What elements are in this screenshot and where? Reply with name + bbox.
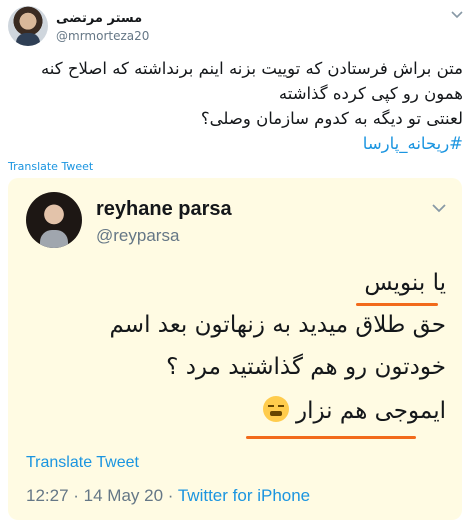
embedded-author-handle: @reyparsa (96, 226, 180, 245)
hashtag-link[interactable]: #ریحانه_پارسا (8, 131, 463, 156)
embedded-tweet-meta: 12:27 · 14 May 20 · Twitter for iPhone (26, 486, 310, 506)
emoji-mouth (269, 411, 282, 416)
author-avatar[interactable] (8, 6, 48, 46)
meta-separator: · (163, 486, 178, 505)
avatar-scarf (40, 230, 68, 248)
author-handle[interactable]: @mrmorteza20 (56, 29, 149, 43)
embedded-chevron-down-icon (432, 204, 446, 213)
orange-underline-2 (246, 436, 416, 439)
embedded-line-4-wrap: ایموجی هم نزار (259, 396, 446, 424)
embedded-tweet-image: reyhane parsa @reyparsa یا بنویس حق طلاق… (8, 178, 462, 520)
translate-tweet-link[interactable]: Translate Tweet (8, 160, 93, 173)
embedded-line-4: ایموجی هم نزار (295, 398, 446, 424)
orange-underline-1 (356, 303, 438, 306)
embedded-line-2: حق طلاق میدید به زنهاتون بعد اسم (109, 312, 446, 338)
embedded-source: Twitter for iPhone (177, 486, 311, 505)
embedded-line-3: خودتون رو هم گذاشتید مرد ؟ (166, 354, 446, 380)
embedded-author-avatar (26, 192, 82, 248)
embedded-translate-tweet: Translate Tweet (26, 454, 139, 471)
tired-face-emoji-icon (262, 396, 289, 422)
meta-separator: · (68, 486, 84, 505)
embedded-line-1: یا بنویس (364, 270, 446, 296)
embedded-time: 12:27 (26, 486, 69, 505)
chevron-down-icon[interactable] (451, 10, 463, 20)
tweet-line-3: لعنتی تو دیگه به کدوم سازمان وصلی؟ (200, 109, 463, 128)
tweet-text: متن براش فرستادن که توییت بزنه اینم برند… (8, 56, 463, 156)
embedded-author-name: reyhane parsa (96, 198, 232, 220)
tweet-line-1: متن براش فرستادن که توییت بزنه اینم برند… (40, 59, 463, 78)
embedded-date: 14 May 20 (83, 486, 164, 505)
tweet-line-2: همون رو کپی کرده گذاشته (278, 84, 463, 103)
author-name[interactable]: مستر مرتضی (56, 11, 142, 26)
avatar-shirt (16, 33, 40, 46)
